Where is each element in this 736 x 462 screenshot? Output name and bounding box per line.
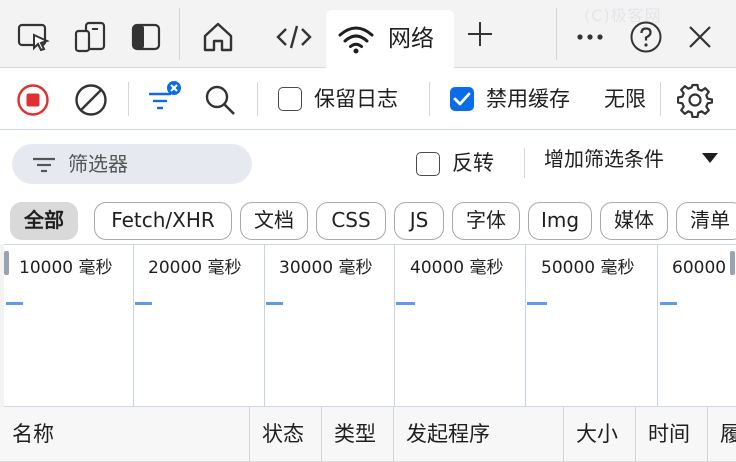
filter-separator	[524, 148, 525, 178]
network-toolbar: 保留日志 禁用缓存 无限	[0, 68, 736, 130]
type-chip-js[interactable]: JS	[394, 202, 444, 240]
type-chip-doc[interactable]: 文档	[240, 202, 308, 240]
filter-row: 筛选器 反转 增加筛选条件	[0, 130, 736, 192]
toolbar-separator	[429, 82, 430, 116]
timeline-tick-label: 60000	[672, 258, 727, 278]
timeline-activity-bar	[660, 302, 677, 305]
gear-icon[interactable]	[676, 81, 714, 119]
timeline-gridline	[133, 245, 134, 406]
timeline-overview[interactable]: 10000 毫秒 20000 毫秒 30000 毫秒 40000 毫秒 5000…	[4, 244, 736, 407]
devtools-tab-bar: 网络 (C)极客网	[0, 0, 736, 68]
sidebar-toggle-icon[interactable]	[126, 17, 166, 57]
tab-network[interactable]: 网络	[326, 10, 454, 68]
timeline-gridline	[394, 245, 395, 406]
plus-icon[interactable]	[460, 14, 500, 54]
throttling-select[interactable]: 无限	[604, 84, 646, 114]
column-time[interactable]: 时间	[636, 407, 708, 462]
timeline-gridline	[264, 245, 265, 406]
type-chip-fetch-xhr[interactable]: Fetch/XHR	[94, 202, 232, 240]
column-type[interactable]: 类型	[322, 407, 394, 462]
inspect-icon[interactable]	[14, 17, 54, 57]
timeline-activity-bar	[396, 302, 415, 305]
timeline-activity-bar	[527, 302, 547, 305]
tab-separator	[556, 8, 557, 60]
type-chip-css[interactable]: CSS	[316, 202, 386, 240]
chevron-down-icon[interactable]	[702, 153, 718, 163]
timeline-left-handle[interactable]	[4, 251, 9, 275]
column-initiator[interactable]: 发起程序	[394, 407, 564, 462]
add-filter-button[interactable]: 增加筛选条件	[544, 144, 664, 174]
sources-icon[interactable]	[274, 17, 314, 57]
filter-placeholder: 筛选器	[68, 152, 128, 176]
type-chip-all[interactable]: 全部	[10, 202, 78, 240]
type-chip-img[interactable]: Img	[528, 202, 592, 240]
timeline-gridline	[525, 245, 526, 406]
column-status[interactable]: 状态	[250, 407, 322, 462]
more-icon[interactable]	[570, 17, 610, 57]
close-icon[interactable]	[680, 17, 720, 57]
timeline-activity-bar	[266, 302, 283, 305]
timeline-activity-bar	[6, 302, 23, 305]
column-fulfilled-by[interactable]: 履	[708, 407, 736, 462]
column-name[interactable]: 名称	[0, 407, 250, 462]
timeline-gridline	[657, 245, 658, 406]
preserve-log-checkbox[interactable]	[278, 87, 302, 111]
timeline-tick-label: 30000 毫秒	[279, 258, 373, 278]
home-icon[interactable]	[198, 17, 238, 57]
checkmark-icon	[453, 92, 471, 106]
type-chip-media[interactable]: 媒体	[600, 202, 668, 240]
timeline-tick-label: 50000 毫秒	[541, 258, 635, 278]
timeline-right-handle[interactable]	[730, 251, 735, 275]
device-emulation-icon[interactable]	[70, 17, 110, 57]
tab-separator	[179, 8, 180, 60]
filter-icon	[32, 156, 56, 178]
invert-checkbox[interactable]	[416, 152, 440, 176]
timeline-activity-bar	[135, 302, 152, 305]
wifi-icon	[338, 24, 374, 58]
toolbar-separator	[660, 82, 661, 116]
timeline-tick-label: 10000 毫秒	[19, 258, 113, 278]
disable-cache-checkbox[interactable]	[450, 87, 474, 111]
search-icon[interactable]	[202, 82, 238, 118]
filter-active-icon[interactable]	[144, 80, 184, 116]
tab-network-label: 网络	[388, 26, 434, 52]
request-table-header: 名称 状态 类型 发起程序 大小 时间 履	[0, 407, 736, 462]
filter-input[interactable]: 筛选器	[12, 144, 252, 184]
clear-icon[interactable]	[74, 83, 108, 117]
timeline-tick-label: 40000 毫秒	[410, 258, 504, 278]
invert-label: 反转	[452, 151, 494, 175]
column-size[interactable]: 大小	[564, 407, 636, 462]
help-icon[interactable]	[626, 17, 666, 57]
disable-cache-label: 禁用缓存	[486, 87, 570, 111]
record-stop-icon[interactable]	[16, 83, 50, 117]
type-chip-font[interactable]: 字体	[452, 202, 520, 240]
toolbar-separator	[128, 82, 129, 116]
preserve-log-label: 保留日志	[314, 87, 398, 111]
timeline-tick-label: 20000 毫秒	[148, 258, 242, 278]
type-chip-manifest[interactable]: 清单	[676, 202, 736, 240]
toolbar-separator	[257, 82, 258, 116]
resource-type-filters: 全部 Fetch/XHR 文档 CSS JS 字体 Img 媒体 清单	[0, 192, 736, 244]
